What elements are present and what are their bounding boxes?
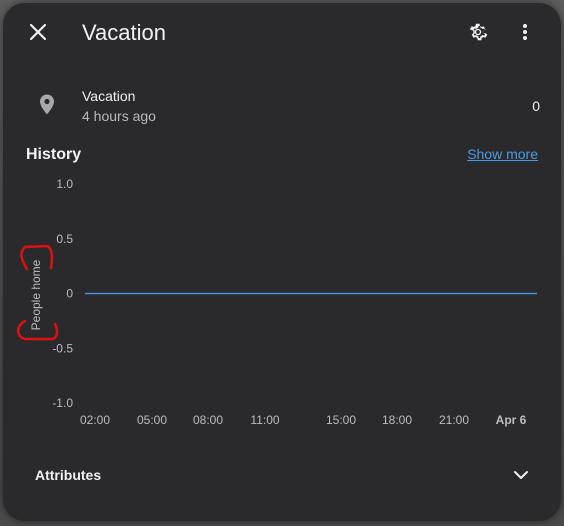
x-tick-label: 08:00: [193, 413, 223, 427]
y-tick-label: -0.5: [52, 341, 73, 355]
entity-more-info-dialog: Vacation Vacation 4 hours ago 0 History …: [3, 3, 561, 521]
y-axis-label: People home: [29, 259, 43, 330]
x-tick-label: Apr 6: [496, 413, 527, 427]
x-tick-label: 02:00: [80, 413, 110, 427]
y-tick-label: 0.5: [56, 232, 73, 246]
attributes-label: Attributes: [35, 467, 102, 483]
y-axis-ticks: 1.0 0.5 0 -0.5 -1.0: [52, 177, 73, 410]
x-tick-label: 15:00: [326, 413, 356, 427]
x-tick-label: 05:00: [137, 413, 167, 427]
x-tick-label: 18:00: [382, 413, 412, 427]
y-tick-label: 1.0: [56, 177, 73, 191]
attributes-expander[interactable]: Attributes: [33, 461, 541, 489]
y-tick-label: 0: [66, 287, 73, 301]
x-tick-label: 21:00: [439, 413, 469, 427]
x-tick-label: 11:00: [250, 413, 279, 427]
chevron-down-icon: [514, 471, 528, 479]
x-axis-ticks: 02:00 05:00 08:00 11:00 15:00 18:00 21:00 Apr 6: [80, 413, 527, 427]
y-tick-label: -1.0: [52, 396, 73, 410]
history-chart[interactable]: 1.0 0.5 0 -0.5 -1.0 02:00 05:00 08:00 11:00 15:0…: [3, 3, 561, 443]
